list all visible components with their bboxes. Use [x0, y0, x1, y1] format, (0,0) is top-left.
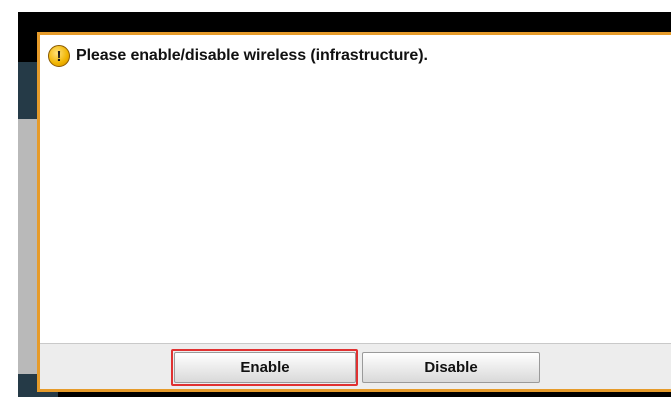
- message-row: ! Please enable/disable wireless (infras…: [48, 45, 428, 67]
- warning-icon: !: [48, 45, 70, 67]
- wireless-dialog: ! Please enable/disable wireless (infras…: [37, 32, 671, 392]
- enable-button[interactable]: Enable: [174, 352, 356, 383]
- disable-button[interactable]: Disable: [362, 352, 540, 383]
- dialog-message: Please enable/disable wireless (infrastr…: [76, 47, 428, 64]
- printer-panel-screen: ! Please enable/disable wireless (infras…: [18, 12, 671, 397]
- button-bar: Enable Disable: [40, 343, 671, 389]
